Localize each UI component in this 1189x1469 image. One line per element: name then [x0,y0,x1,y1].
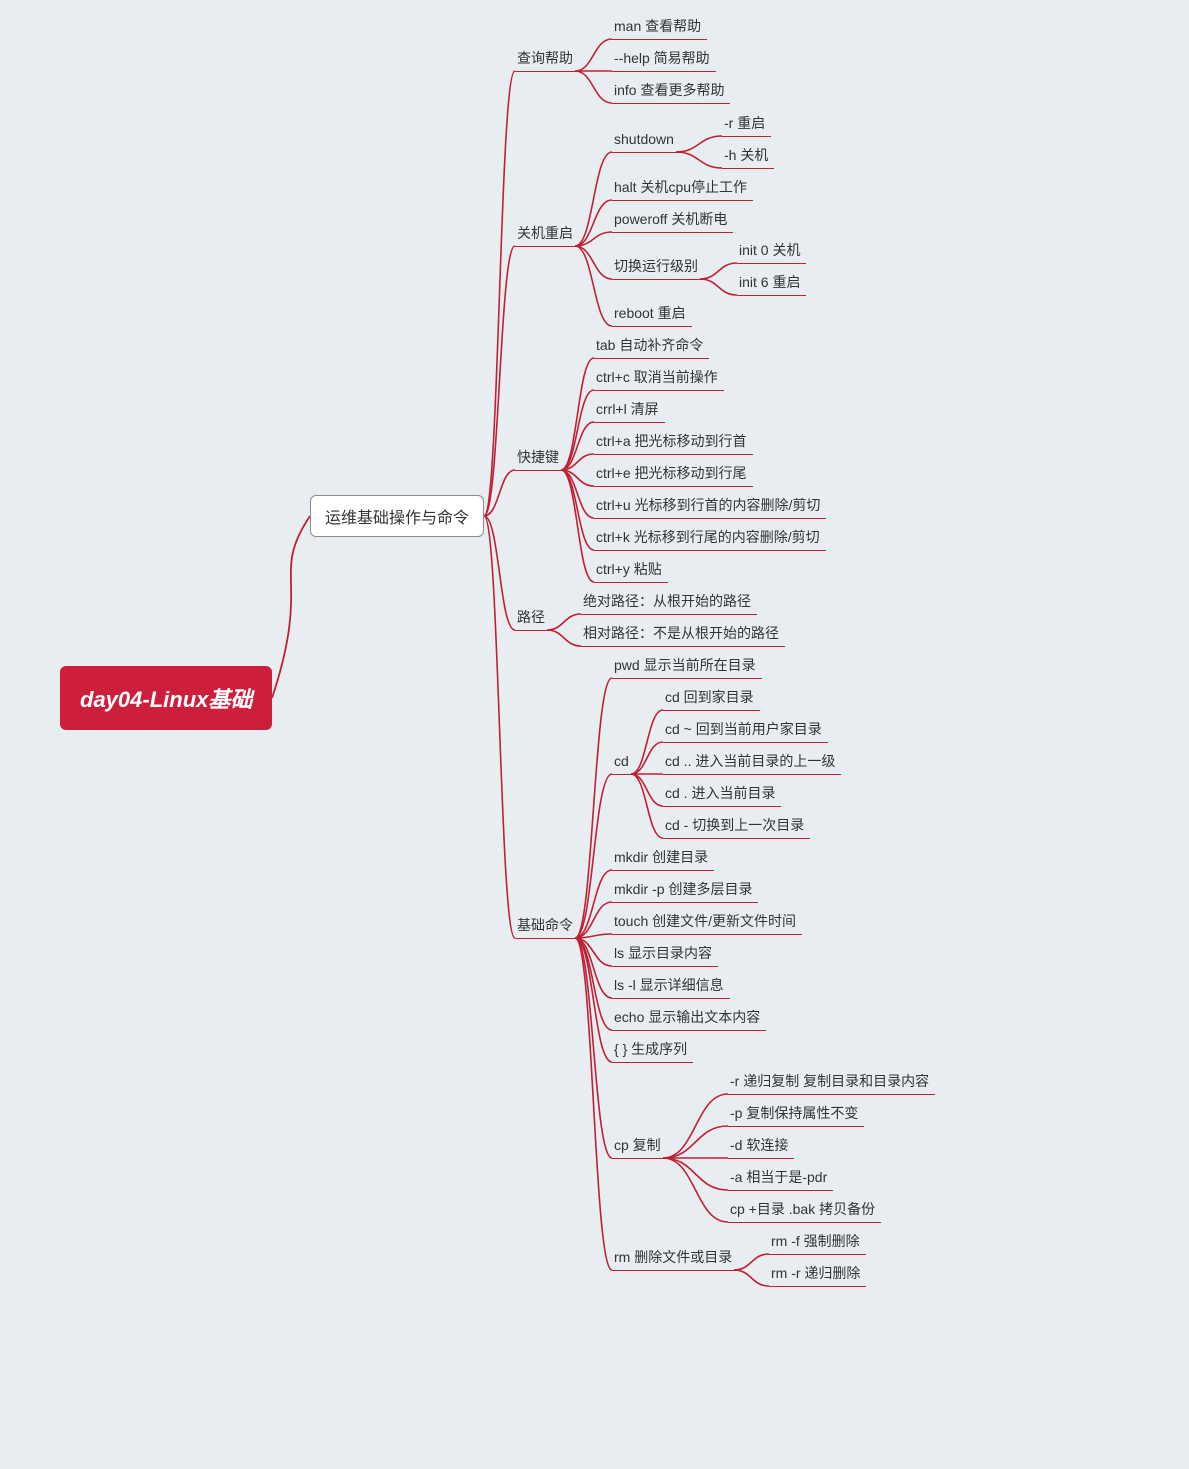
cd-dot: cd . 进入当前目录 [663,781,777,805]
cp-p: -p 复制保持属性不变 [728,1101,860,1125]
cmd-pwd: pwd 显示当前所在目录 [612,653,758,677]
branch-shutdown[interactable]: 关机重启 [515,221,575,245]
cmd-cd[interactable]: cd [612,749,631,773]
sc-e: ctrl+e 把光标移动到行尾 [594,461,749,485]
sc-tab: tab 自动补齐命令 [594,333,705,357]
rm-r: rm -r 递归删除 [769,1261,862,1285]
cmd-ls: ls 显示目录内容 [612,941,714,965]
sc-l: crrl+l 清屏 [594,397,661,421]
sc-c: ctrl+c 取消当前操作 [594,365,720,389]
cp-bak: cp +目录 .bak 拷贝备份 [728,1197,877,1221]
shutdown-h: -h 关机 [722,143,770,167]
runlevel[interactable]: 切换运行级别 [612,254,700,278]
cd-home: cd 回到家目录 [663,685,756,709]
help-info: info 查看更多帮助 [612,78,726,102]
cp-r: -r 递归复制 复制目录和目录内容 [728,1069,931,1093]
cd-dash: cd - 切换到上一次目录 [663,813,806,837]
cmd-echo: echo 显示输出文本内容 [612,1005,762,1029]
branch-shortcuts[interactable]: 快捷键 [515,445,561,469]
init0: init 0 关机 [737,238,802,262]
cmd-touch: touch 创建文件/更新文件时间 [612,909,798,933]
branch-path[interactable]: 路径 [515,605,547,629]
path-abs: 绝对路径：从根开始的路径 [581,589,753,613]
cmd-cp[interactable]: cp 复制 [612,1133,663,1157]
help-help: --help 简易帮助 [612,46,712,70]
poweroff: poweroff 关机断电 [612,207,729,231]
cmd-lsl: ls -l 显示详细信息 [612,973,726,997]
cp-a: -a 相当于是-pdr [728,1165,829,1189]
shutdown-r: -r 重启 [722,111,767,135]
sc-y: ctrl+y 粘贴 [594,557,664,581]
path-rel: 相对路径：不是从根开始的路径 [581,621,781,645]
root-topic[interactable]: day04-Linux基础 [60,666,272,730]
branch-cmds[interactable]: 基础命令 [515,913,575,937]
help-man: man 查看帮助 [612,14,703,38]
halt: halt 关机cpu停止工作 [612,175,749,199]
cmd-braces: { } 生成序列 [612,1037,689,1061]
shutdown-cmd[interactable]: shutdown [612,127,676,151]
sc-k: ctrl+k 光标移到行尾的内容删除/剪切 [594,525,822,549]
reboot: reboot 重启 [612,301,688,325]
cp-d: -d 软连接 [728,1133,790,1157]
cd-tilde: cd ~ 回到当前用户家目录 [663,717,824,741]
cd-up: cd .. 进入当前目录的上一级 [663,749,837,773]
sc-a: ctrl+a 把光标移动到行首 [594,429,749,453]
cmd-mkdir-p: mkdir -p 创建多层目录 [612,877,754,901]
rm-f: rm -f 强制删除 [769,1229,862,1253]
init6: init 6 重启 [737,270,802,294]
sc-u: ctrl+u 光标移到行首的内容删除/剪切 [594,493,822,517]
main-topic[interactable]: 运维基础操作与命令 [310,495,484,537]
cmd-mkdir: mkdir 创建目录 [612,845,710,869]
cmd-rm[interactable]: rm 删除文件或目录 [612,1245,734,1269]
branch-help[interactable]: 查询帮助 [515,46,575,70]
